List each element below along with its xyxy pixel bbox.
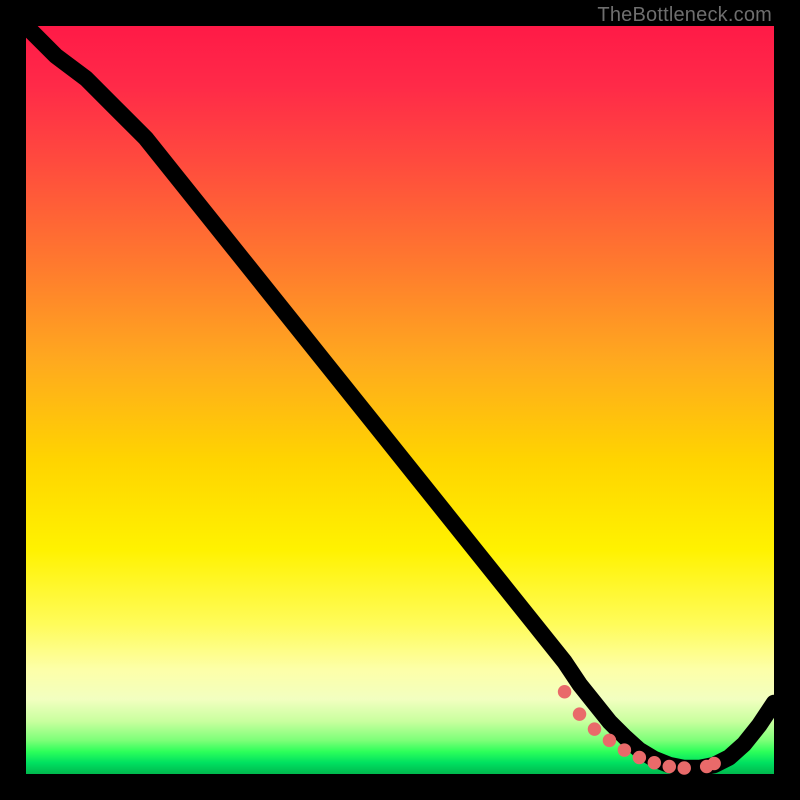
attribution-text: TheBottleneck.com [597,4,772,27]
optimum-dot [707,757,720,770]
stage: TheBottleneck.com [0,0,800,800]
optimum-dot [573,707,586,720]
plot-area [26,26,774,774]
optimum-dot [618,743,631,756]
optimum-dot [663,760,676,773]
bottleneck-curve [26,26,774,768]
curve-svg [26,26,774,774]
optimum-dot [603,734,616,747]
optimum-dot [558,685,571,698]
optimum-dot [633,751,646,764]
optimum-dot [678,761,691,774]
optimum-dot [648,756,661,769]
optimum-dot [588,722,601,735]
